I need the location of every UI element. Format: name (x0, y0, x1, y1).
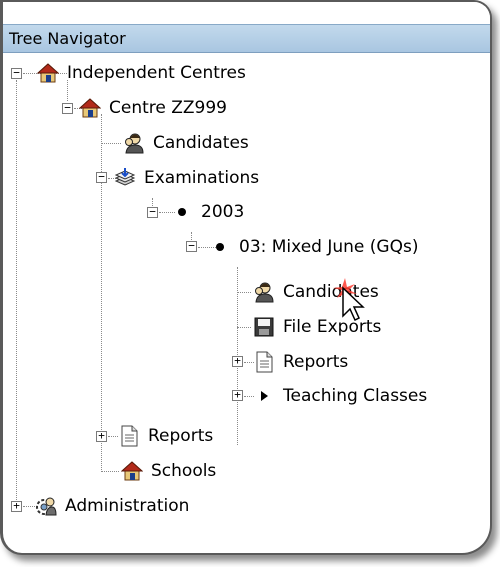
document-icon (121, 425, 138, 447)
tree-node-label: Centre ZZ999 (109, 98, 227, 118)
tree-node-candidates[interactable]: Candidates (123, 128, 249, 158)
bullet-icon (178, 208, 186, 216)
tree-navigator-panel: Tree Navigator − − − − − + + + + Indepen… (0, 0, 492, 555)
tree-node-label: Schools (151, 461, 217, 481)
tree-node-examinations[interactable]: Examinations (114, 163, 259, 193)
tree-node-label: Reports (283, 352, 349, 372)
tree-node-label: Administration (65, 496, 190, 516)
tree-node-label: Independent Centres (67, 63, 246, 83)
house-icon (37, 63, 59, 83)
tree-node-series[interactable]: 03: Mixed June (GQs) (209, 232, 418, 262)
tree-line (16, 80, 17, 506)
mouse-cursor-icon (333, 278, 365, 322)
bullet-icon (216, 243, 224, 251)
expand-toggle[interactable]: + (96, 430, 107, 442)
collapse-toggle[interactable]: − (62, 102, 73, 114)
floppy-disk-icon (254, 317, 274, 337)
panel-title: Tree Navigator (9, 29, 126, 48)
title-bar: Tree Navigator (3, 24, 490, 53)
tree-node-label: 2003 (201, 202, 245, 222)
house-icon (79, 98, 101, 118)
expand-toggle[interactable]: + (232, 355, 243, 367)
tree-line (23, 506, 35, 507)
admin-icon (36, 497, 57, 516)
tree-node-label: Candidates (153, 133, 249, 153)
collapse-toggle[interactable]: − (186, 240, 197, 252)
tree-node-independent-centres[interactable]: Independent Centres (37, 58, 246, 88)
people-icon (125, 133, 144, 154)
tree-node-teaching-classes[interactable]: Teaching Classes (253, 381, 427, 411)
tree-line (101, 471, 119, 472)
expand-toggle[interactable]: + (11, 500, 22, 512)
tree-line (101, 114, 102, 472)
stack-icon (114, 168, 136, 186)
document-icon (256, 351, 273, 373)
tree-node-label: 03: Mixed June (GQs) (239, 237, 419, 257)
tree-node-label: Reports (148, 426, 214, 446)
panel-top-edge (3, 2, 490, 24)
tree-node-administration[interactable]: Administration (35, 491, 189, 521)
collapse-toggle[interactable]: − (96, 171, 107, 183)
tree-line (108, 436, 118, 437)
tree-node-year-2003[interactable]: 2003 (171, 197, 244, 227)
tree-view[interactable]: − − − − − + + + + Independent Centres Ce… (3, 52, 490, 553)
tree-line (237, 327, 251, 328)
triangle-icon (261, 391, 268, 401)
tree-node-series-reports[interactable]: Reports (253, 347, 348, 377)
people-icon (255, 282, 274, 303)
tree-node-schools[interactable]: Schools (121, 456, 216, 486)
collapse-toggle[interactable]: − (147, 206, 158, 218)
collapse-toggle[interactable]: − (11, 67, 22, 79)
expand-toggle[interactable]: + (232, 389, 243, 401)
tree-node-centre-reports[interactable]: Reports (118, 421, 213, 451)
tree-node-centre[interactable]: Centre ZZ999 (79, 93, 227, 123)
house-icon (121, 461, 143, 481)
tree-line (101, 143, 121, 144)
tree-node-label: Teaching Classes (283, 386, 428, 406)
tree-line (237, 292, 251, 293)
tree-node-label: Examinations (144, 168, 260, 188)
